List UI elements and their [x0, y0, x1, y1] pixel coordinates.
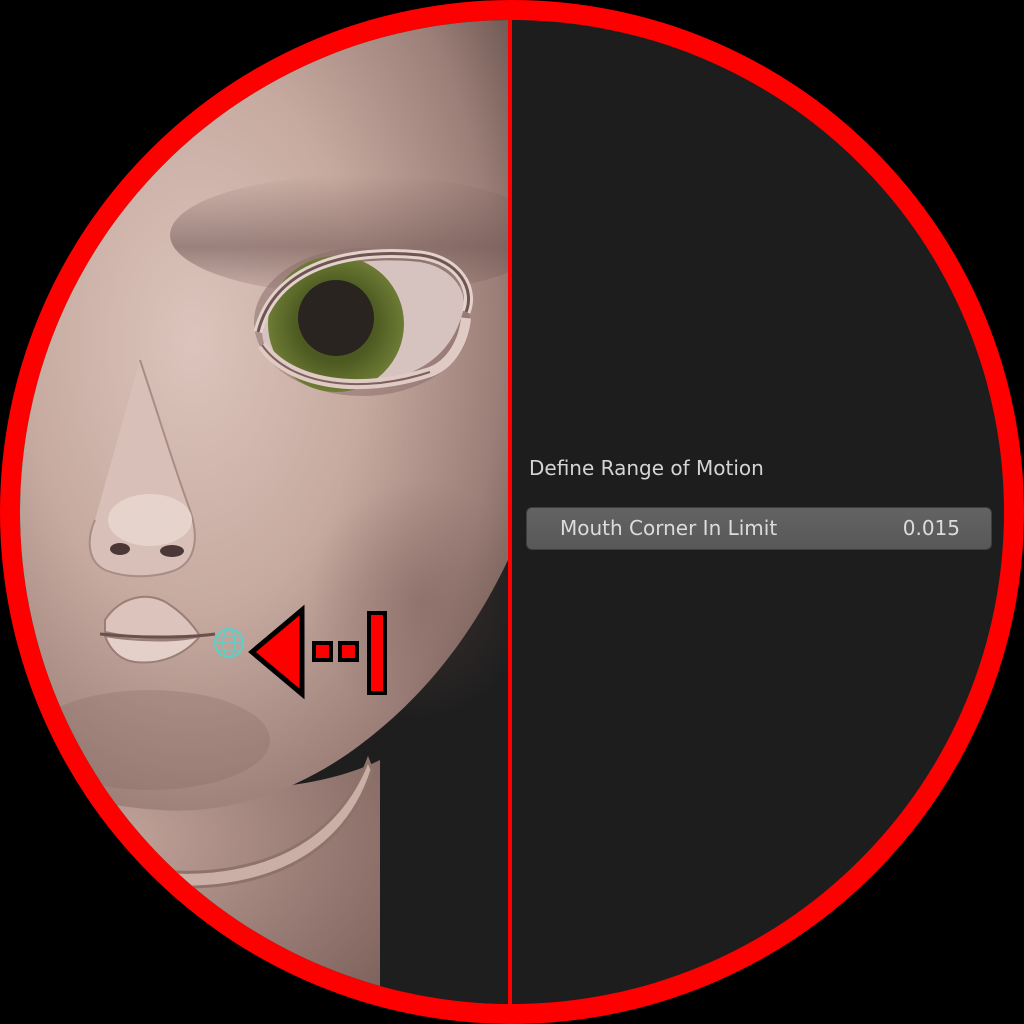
mouth-corner-in-limit-field[interactable]: Mouth Corner In Limit 0.015: [526, 507, 992, 550]
property-label: Mouth Corner In Limit: [560, 516, 778, 540]
3d-viewport-lens: Define Range of Motion Mouth Corner In L…: [20, 20, 1004, 1004]
section-title: Define Range of Motion: [529, 456, 764, 480]
properties-panel: Define Range of Motion Mouth Corner In L…: [512, 20, 1004, 1004]
property-value[interactable]: 0.015: [903, 516, 960, 540]
character-model: [20, 20, 508, 1004]
